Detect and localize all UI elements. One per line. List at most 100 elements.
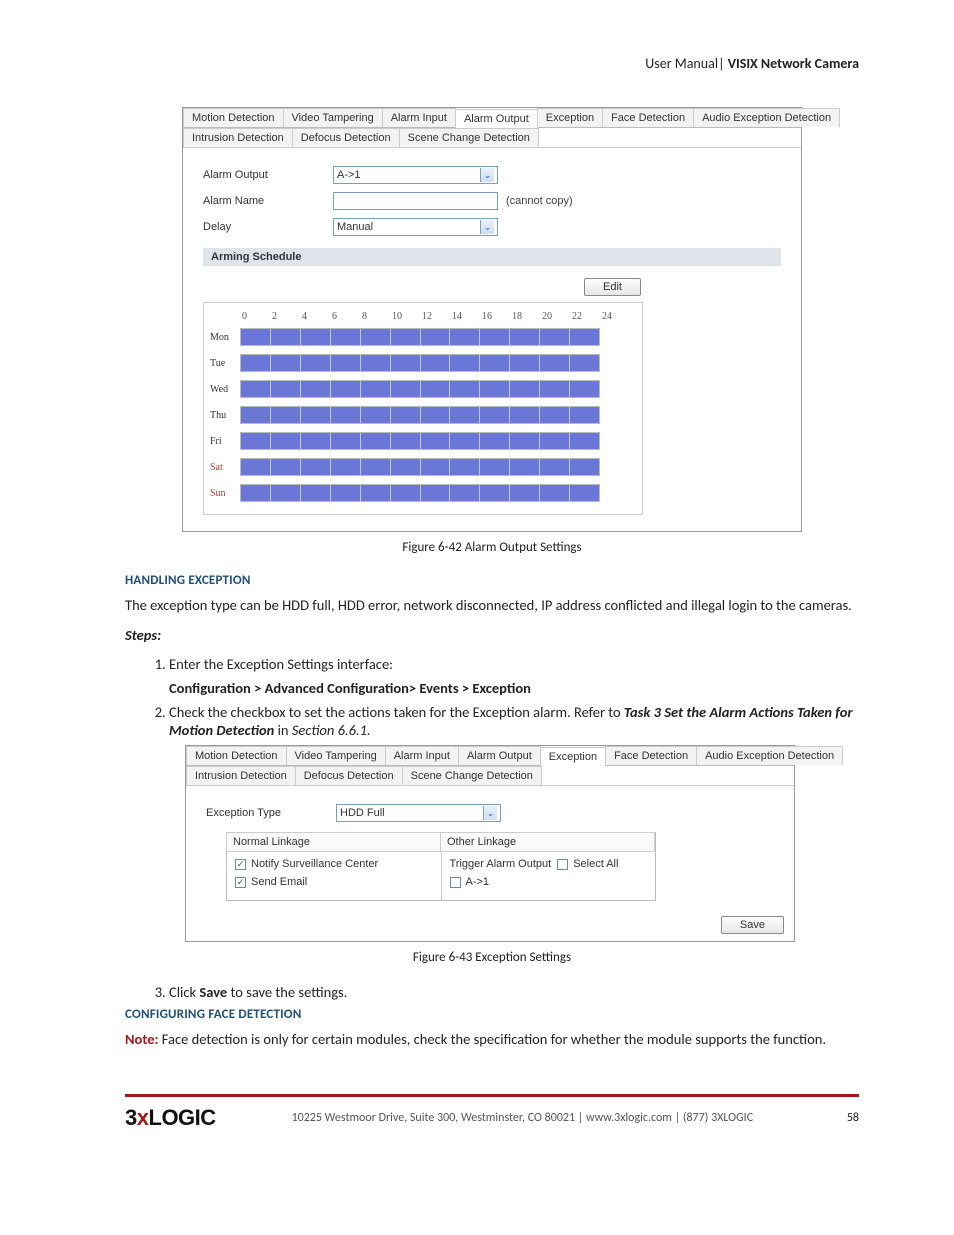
schedule-bar[interactable] (240, 380, 600, 398)
hour-tick: 22 (572, 311, 602, 322)
schedule-bar[interactable] (240, 406, 600, 424)
schedule-bar[interactable] (240, 432, 600, 450)
notify-checkbox[interactable]: ✓ (235, 859, 246, 870)
schedule-row-wed: Wed (210, 378, 636, 400)
delay-label: Delay (203, 221, 333, 233)
select-all-checkbox[interactable] (557, 859, 568, 870)
hour-tick: 12 (422, 311, 452, 322)
schedule-row-thu: Thu (210, 404, 636, 426)
notify-label: Notify Surveillance Center (251, 858, 378, 870)
tab-intrusion-detection[interactable]: Intrusion Detection (183, 128, 293, 147)
alarm-output-select[interactable]: A->1 ⌄ (333, 166, 498, 184)
step-3: Click Save to save the settings. (169, 983, 859, 1001)
hour-tick: 18 (512, 311, 542, 322)
select-all-label: Select All (573, 858, 618, 870)
brand-logo: 3xLOGIC (125, 1105, 216, 1131)
send-email-checkbox[interactable]: ✓ (235, 877, 246, 888)
arming-schedule-header: Arming Schedule (203, 248, 781, 266)
normal-linkage-header: Normal Linkage (226, 832, 441, 852)
tab-scene-change-detection[interactable]: Scene Change Detection (402, 766, 542, 785)
page-header: User Manual| VISIX Network Camera (125, 55, 859, 72)
page-footer: 3xLOGIC 10225 Westmoor Drive, Suite 300,… (125, 1105, 859, 1131)
hour-tick: 24 (602, 311, 632, 322)
footer-divider (125, 1094, 859, 1097)
save-button[interactable]: Save (721, 916, 784, 934)
tab-defocus-detection[interactable]: Defocus Detection (295, 766, 403, 785)
edit-button[interactable]: Edit (584, 278, 641, 296)
steps-label: Steps: (125, 626, 161, 644)
tab-video-tampering[interactable]: Video Tampering (283, 108, 383, 127)
hour-tick: 4 (302, 311, 332, 322)
tab-defocus-detection[interactable]: Defocus Detection (292, 128, 400, 147)
figure-caption-1: Figure 6-42 Alarm Output Settings (125, 540, 859, 555)
hour-tick: 6 (332, 311, 362, 322)
hour-tick: 14 (452, 311, 482, 322)
tab-intrusion-detection[interactable]: Intrusion Detection (186, 766, 296, 785)
schedule-bar[interactable] (240, 484, 600, 502)
schedule-bar[interactable] (240, 458, 600, 476)
tab-motion-detection[interactable]: Motion Detection (183, 108, 284, 127)
schedule-row-mon: Mon (210, 326, 636, 348)
alarm-name-input[interactable] (333, 192, 498, 210)
steps-list: Enter the Exception Settings interface: … (125, 655, 859, 739)
arming-schedule-grid: 024681012141618202224 MonTueWedThuFriSat… (203, 302, 643, 515)
schedule-row-fri: Fri (210, 430, 636, 452)
tab-audio-exception-detection[interactable]: Audio Exception Detection (693, 108, 840, 127)
tab-alarm-output[interactable]: Alarm Output (458, 746, 541, 765)
handling-exception-text: The exception type can be HDD full, HDD … (125, 596, 859, 616)
schedule-row-sun: Sun (210, 482, 636, 504)
hour-tick: 16 (482, 311, 512, 322)
tab-alarm-input[interactable]: Alarm Input (382, 108, 456, 127)
schedule-bar[interactable] (240, 354, 600, 372)
day-label: Thu (210, 410, 240, 421)
day-label: Mon (210, 332, 240, 343)
hour-tick: 2 (272, 311, 302, 322)
day-label: Sat (210, 462, 240, 473)
tab-video-tampering[interactable]: Video Tampering (286, 746, 386, 765)
schedule-row-tue: Tue (210, 352, 636, 374)
delay-select[interactable]: Manual ⌄ (333, 218, 498, 236)
chevron-down-icon: ⌄ (480, 168, 494, 182)
figure-caption-2: Figure 6-43 Exception Settings (125, 950, 859, 965)
tab-audio-exception-detection[interactable]: Audio Exception Detection (696, 746, 843, 765)
tab-alarm-output[interactable]: Alarm Output (455, 109, 538, 128)
chevron-down-icon: ⌄ (483, 806, 497, 820)
handling-exception-heading: HANDLING EXCEPTION (125, 573, 859, 588)
day-label: Wed (210, 384, 240, 395)
schedule-row-sat: Sat (210, 456, 636, 478)
exception-type-select[interactable]: HDD Full ⌄ (336, 804, 501, 822)
other-linkage-header: Other Linkage (440, 832, 655, 852)
schedule-bar[interactable] (240, 328, 600, 346)
configuring-face-detection-heading: CONFIGURING FACE DETECTION (125, 1007, 859, 1022)
exception-screenshot: Motion DetectionVideo TamperingAlarm Inp… (185, 745, 795, 942)
tab-exception[interactable]: Exception (540, 747, 606, 766)
trigger-label: Trigger Alarm Output (450, 858, 552, 870)
steps-list-cont: Click Save to save the settings. (125, 983, 859, 1001)
day-label: Fri (210, 436, 240, 447)
face-detection-note: Note: Face detection is only for certain… (125, 1030, 859, 1050)
tab-face-detection[interactable]: Face Detection (602, 108, 694, 127)
hour-tick: 20 (542, 311, 572, 322)
footer-address: 10225 Westmoor Drive, Suite 300, Westmin… (216, 1111, 829, 1125)
exception-type-label: Exception Type (206, 807, 336, 819)
header-right: VISIX Network Camera (728, 55, 859, 72)
step-2: Check the checkbox to set the actions ta… (169, 703, 859, 739)
send-email-label: Send Email (251, 876, 307, 888)
step-1: Enter the Exception Settings interface: … (169, 655, 859, 697)
cannot-copy-note: (cannot copy) (506, 195, 573, 207)
linkage-table: Normal Linkage Other Linkage ✓ Notify Su… (226, 832, 656, 901)
hour-tick: 8 (362, 311, 392, 322)
step-1-path: Configuration > Advanced Configuration> … (169, 679, 859, 697)
page-number: 58 (829, 1111, 859, 1125)
tab-scene-change-detection[interactable]: Scene Change Detection (399, 128, 539, 147)
tab-exception[interactable]: Exception (537, 108, 603, 127)
a1-checkbox[interactable] (450, 877, 461, 888)
tab-face-detection[interactable]: Face Detection (605, 746, 697, 765)
day-label: Sun (210, 488, 240, 499)
tab-alarm-input[interactable]: Alarm Input (385, 746, 459, 765)
hour-tick: 0 (242, 311, 272, 322)
note-label: Note: (125, 1030, 159, 1048)
tab-motion-detection[interactable]: Motion Detection (186, 746, 287, 765)
alarm-name-label: Alarm Name (203, 195, 333, 207)
alarm-output-screenshot: Motion DetectionVideo TamperingAlarm Inp… (182, 107, 802, 532)
